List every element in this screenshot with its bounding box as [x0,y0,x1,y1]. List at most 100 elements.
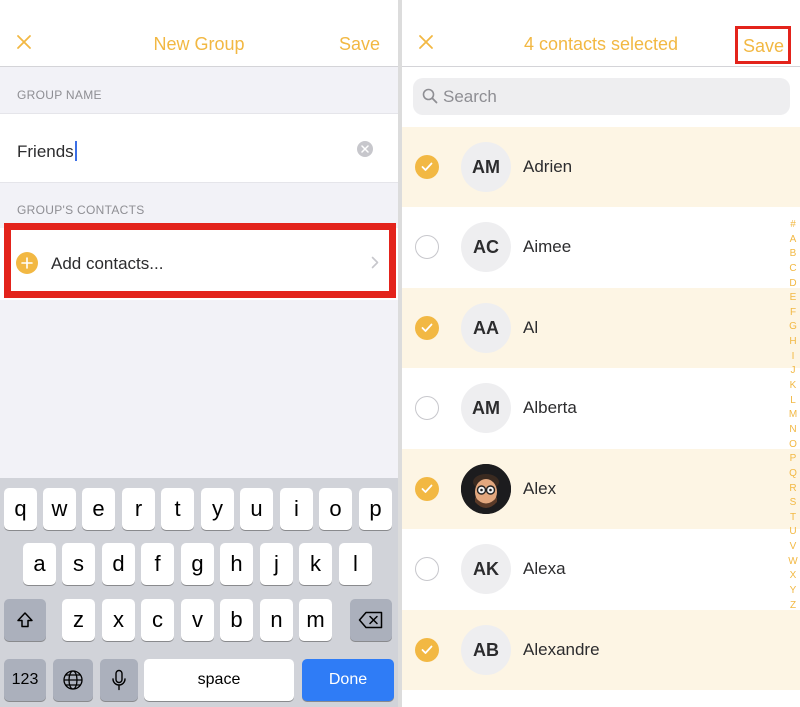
globe-key[interactable] [53,659,93,701]
key-f[interactable]: f [141,543,174,585]
search-icon [422,88,438,109]
index-letter[interactable]: K [786,379,800,394]
index-letter[interactable]: Q [786,467,800,482]
index-letter[interactable]: G [786,320,800,335]
backspace-key[interactable] [350,599,392,641]
key-i[interactable]: i [280,488,313,530]
space-key[interactable]: space [144,659,294,701]
memoji-avatar [461,464,511,514]
key-l[interactable]: l [339,543,372,585]
contact-name: Al [523,318,539,337]
contact-row-al[interactable]: AA Al [402,288,800,368]
new-group-screen: New Group Save GROUP NAME Friends GROUP'… [0,0,398,707]
clear-text-icon[interactable] [357,141,373,157]
index-letter[interactable]: A [786,233,800,248]
checkmark-icon[interactable] [415,638,439,662]
numbers-key[interactable]: 123 [4,659,46,701]
index-letter[interactable]: Y [786,584,800,599]
key-n[interactable]: n [260,599,293,641]
index-letter[interactable]: E [786,291,800,306]
contact-name: Alberta [523,398,577,417]
key-r[interactable]: r [122,488,155,530]
unchecked-circle-icon[interactable] [415,235,439,259]
key-g[interactable]: g [181,543,214,585]
contact-name: Aimee [523,237,572,256]
contact-name: Alexa [523,559,566,578]
index-letter[interactable]: H [786,335,800,350]
contact-row-alex[interactable]: Alex [402,449,800,529]
contact-row-aimee[interactable]: AC Aimee [402,207,800,287]
index-letter[interactable]: N [786,423,800,438]
key-p[interactable]: p [359,488,392,530]
index-letter[interactable]: J [786,364,800,379]
key-x[interactable]: x [102,599,135,641]
alphabet-index[interactable]: # A B C D E F G H I J K L M N O P Q R S T U V W X Y Z [786,218,800,613]
key-q[interactable]: q [4,488,37,530]
group-name-field[interactable]: Friends [0,113,398,183]
index-letter[interactable]: R [786,482,800,497]
avatar: AM [461,383,511,433]
key-d[interactable]: d [102,543,135,585]
save-button[interactable]: Save [339,34,380,55]
key-m[interactable]: m [299,599,332,641]
dictation-key[interactable] [100,659,138,701]
key-b[interactable]: b [220,599,253,641]
key-h[interactable]: h [220,543,253,585]
index-letter[interactable]: P [786,452,800,467]
checkmark-icon[interactable] [415,316,439,340]
index-letter[interactable]: F [786,306,800,321]
index-letter[interactable]: V [786,540,800,555]
unchecked-circle-icon[interactable] [415,557,439,581]
select-contacts-screen: 4 contacts selected Save Search AM Adrie… [402,0,800,707]
key-w[interactable]: w [43,488,76,530]
key-o[interactable]: o [319,488,352,530]
avatar: AK [461,544,511,594]
search-placeholder: Search [443,87,497,106]
shift-icon [17,612,33,628]
key-t[interactable]: t [161,488,194,530]
contact-row-alexa[interactable]: AK Alexa [402,529,800,609]
contact-row-alexandre[interactable]: AB Alexandre [402,610,800,690]
index-letter[interactable]: B [786,247,800,262]
contact-name: Alex [523,479,557,498]
key-s[interactable]: s [62,543,95,585]
index-letter[interactable]: W [786,555,800,570]
highlight-frame [4,223,396,298]
group-name-section-label: GROUP NAME [17,88,102,102]
index-letter[interactable]: X [786,569,800,584]
index-letter[interactable]: M [786,408,800,423]
checkmark-icon[interactable] [415,155,439,179]
key-j[interactable]: j [260,543,293,585]
index-letter[interactable]: D [786,277,800,292]
done-key[interactable]: Done [302,659,394,701]
unchecked-circle-icon[interactable] [415,396,439,420]
shift-key[interactable] [4,599,46,641]
key-y[interactable]: y [201,488,234,530]
index-letter[interactable]: S [786,496,800,511]
index-letter[interactable]: # [786,218,800,233]
group-contacts-section-label: GROUP'S CONTACTS [17,203,145,217]
index-letter[interactable]: Z [786,599,800,614]
key-a[interactable]: a [23,543,56,585]
index-letter[interactable]: U [786,525,800,540]
key-e[interactable]: e [82,488,115,530]
index-letter[interactable]: I [786,350,800,365]
key-z[interactable]: z [62,599,95,641]
checkmark-icon[interactable] [415,477,439,501]
nav-bar: New Group Save [0,0,398,67]
key-c[interactable]: c [141,599,174,641]
search-input[interactable]: Search [413,78,790,115]
key-k[interactable]: k [299,543,332,585]
microphone-icon [112,669,126,691]
key-u[interactable]: u [240,488,273,530]
index-letter[interactable]: T [786,511,800,526]
key-v[interactable]: v [181,599,214,641]
index-letter[interactable]: O [786,438,800,453]
globe-icon [63,670,83,690]
contact-row-adrien[interactable]: AM Adrien [402,127,800,207]
avatar: AM [461,142,511,192]
index-letter[interactable]: L [786,394,800,409]
index-letter[interactable]: C [786,262,800,277]
keyboard: q w e r t y u i o p a s d f g h j k l z … [0,478,398,707]
contact-row-alberta[interactable]: AM Alberta [402,368,800,448]
